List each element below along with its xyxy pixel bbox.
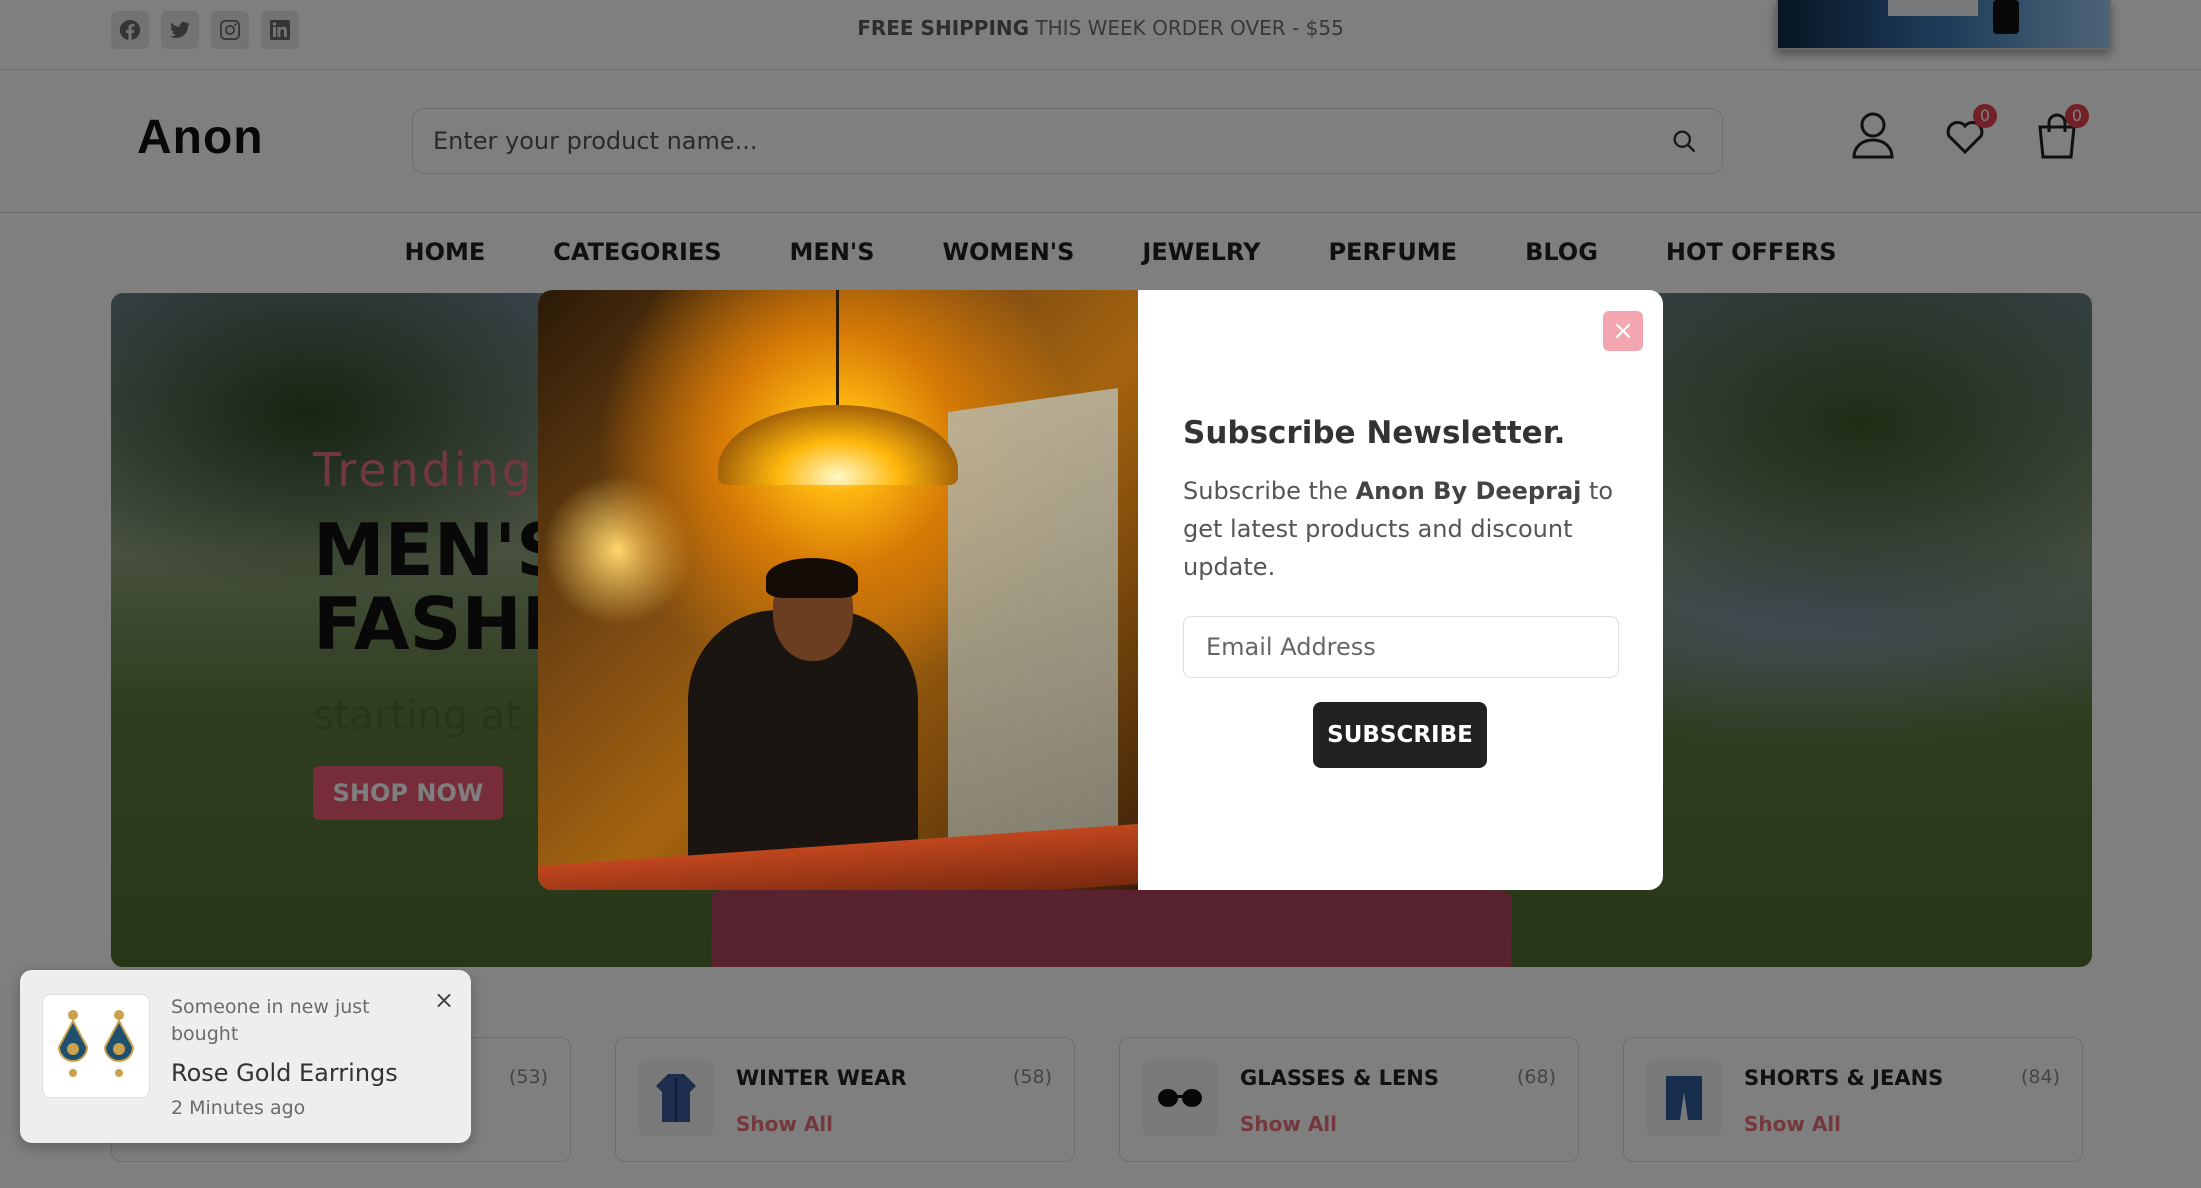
toast-product-title[interactable]: Rose Gold Earrings	[171, 1059, 398, 1087]
toast-timestamp: 2 Minutes ago	[171, 1097, 306, 1119]
newsletter-description: Subscribe the Anon By Deepraj to get lat…	[1183, 472, 1628, 586]
newsletter-photo	[538, 290, 1138, 890]
toast-message: Someone in new just bought	[171, 996, 370, 1045]
subscribe-button[interactable]: SUBSCRIBE	[1313, 702, 1487, 768]
toast-close-button[interactable]: ×	[434, 986, 454, 1014]
newsletter-brand: Anon By Deepraj	[1355, 477, 1582, 505]
modal-close-button[interactable]: ×	[1603, 311, 1643, 351]
purchase-notification-toast: Someone in new just bought Rose Gold Ear…	[20, 970, 471, 1143]
earrings-image	[42, 994, 150, 1098]
newsletter-desc-prefix: Subscribe the	[1183, 477, 1356, 505]
email-field[interactable]	[1183, 616, 1619, 678]
newsletter-title: Subscribe Newsletter.	[1183, 415, 1566, 451]
newsletter-modal: × Subscribe Newsletter. Subscribe the An…	[538, 290, 1663, 890]
newsletter-content: × Subscribe Newsletter. Subscribe the An…	[1138, 290, 1663, 890]
